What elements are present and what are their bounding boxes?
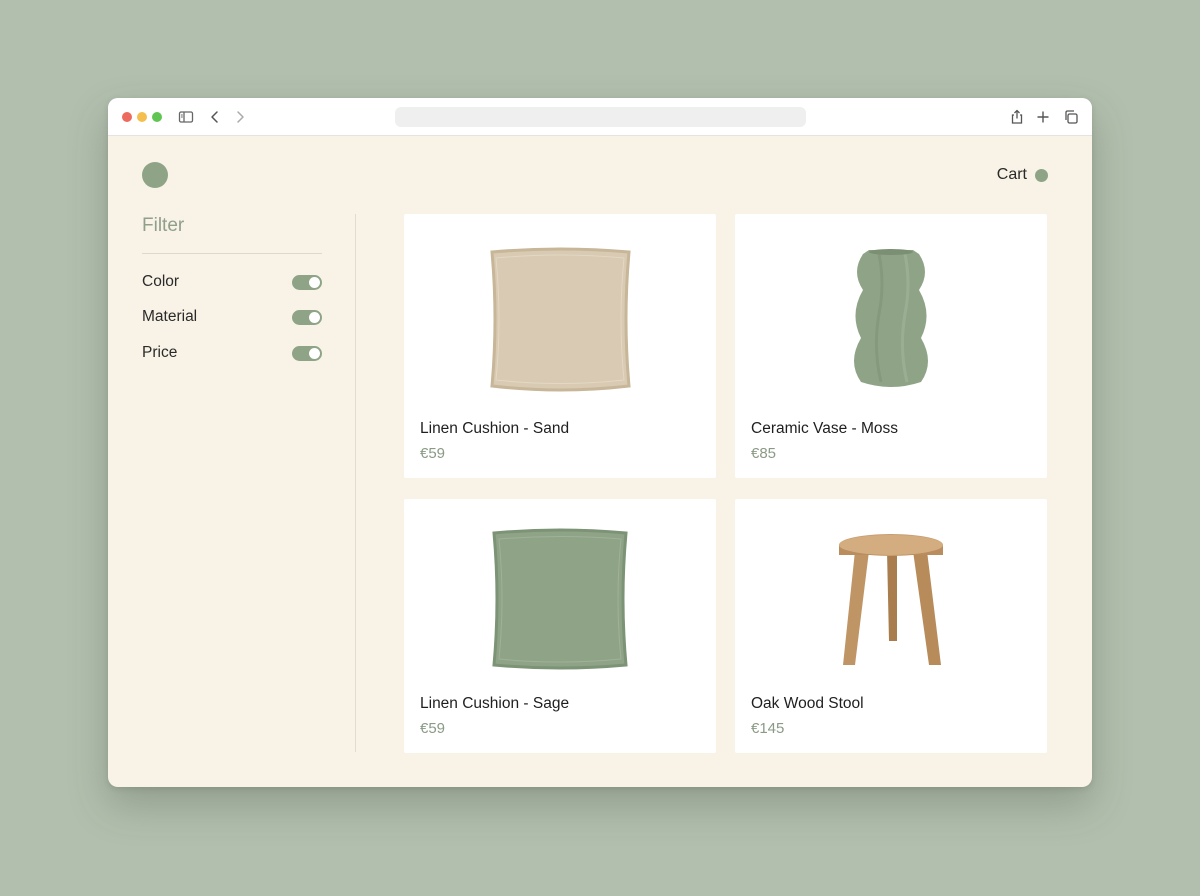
product-name: Oak Wood Stool	[751, 695, 864, 712]
product-card-moss-vase[interactable]: Ceramic Vase - Moss €85	[735, 214, 1047, 478]
sage-cushion-image	[404, 499, 716, 699]
sidebar-icon[interactable]	[176, 107, 196, 127]
browser-toolbar	[108, 98, 1092, 136]
minimize-window-button[interactable]	[137, 112, 147, 122]
product-price: €59	[420, 720, 446, 737]
close-window-button[interactable]	[122, 112, 132, 122]
product-name: Ceramic Vase - Moss	[751, 420, 898, 437]
product-card-oak-stool[interactable]: Oak Wood Stool €145	[735, 499, 1047, 753]
price-toggle[interactable]	[292, 345, 322, 361]
product-card-sage-cushion[interactable]: Linen Cushion - Sage €59	[404, 499, 716, 753]
filter-label: Price	[142, 344, 178, 361]
material-toggle[interactable]	[292, 309, 322, 325]
store-logo[interactable]	[142, 162, 168, 188]
maximize-window-button[interactable]	[152, 112, 162, 122]
tabs-icon[interactable]	[1061, 107, 1081, 127]
filter-option-material: Material	[142, 307, 322, 327]
product-price: €59	[420, 445, 446, 462]
product-price: €145	[751, 720, 785, 737]
cart-label: Cart	[996, 166, 1027, 183]
new-tab-icon[interactable]	[1033, 107, 1053, 127]
filter-title: Filter	[142, 215, 185, 236]
browser-window: Cart Filter Color Material Price Linen C…	[108, 98, 1092, 787]
cart-button[interactable]: Cart	[997, 165, 1048, 185]
forward-icon[interactable]	[230, 107, 250, 127]
filter-label: Material	[142, 308, 198, 325]
sidebar-divider	[355, 214, 356, 752]
product-name: Linen Cushion - Sage	[420, 695, 570, 712]
back-icon[interactable]	[205, 107, 225, 127]
share-icon[interactable]	[1007, 107, 1027, 127]
product-card-sand-cushion[interactable]: Linen Cushion - Sand €59	[404, 214, 716, 478]
filter-option-color: Color	[142, 272, 322, 292]
sand-cushion-image	[404, 214, 716, 414]
filter-option-price: Price	[142, 343, 322, 363]
product-price: €85	[751, 445, 777, 462]
oak-stool-image	[735, 499, 1047, 699]
color-toggle[interactable]	[292, 274, 322, 290]
filter-label: Color	[142, 273, 180, 290]
product-name: Linen Cushion - Sand	[420, 420, 570, 437]
filter-divider	[142, 253, 322, 254]
moss-vase-image	[735, 214, 1047, 414]
cart-indicator	[1035, 168, 1048, 182]
address-bar[interactable]	[395, 107, 806, 127]
